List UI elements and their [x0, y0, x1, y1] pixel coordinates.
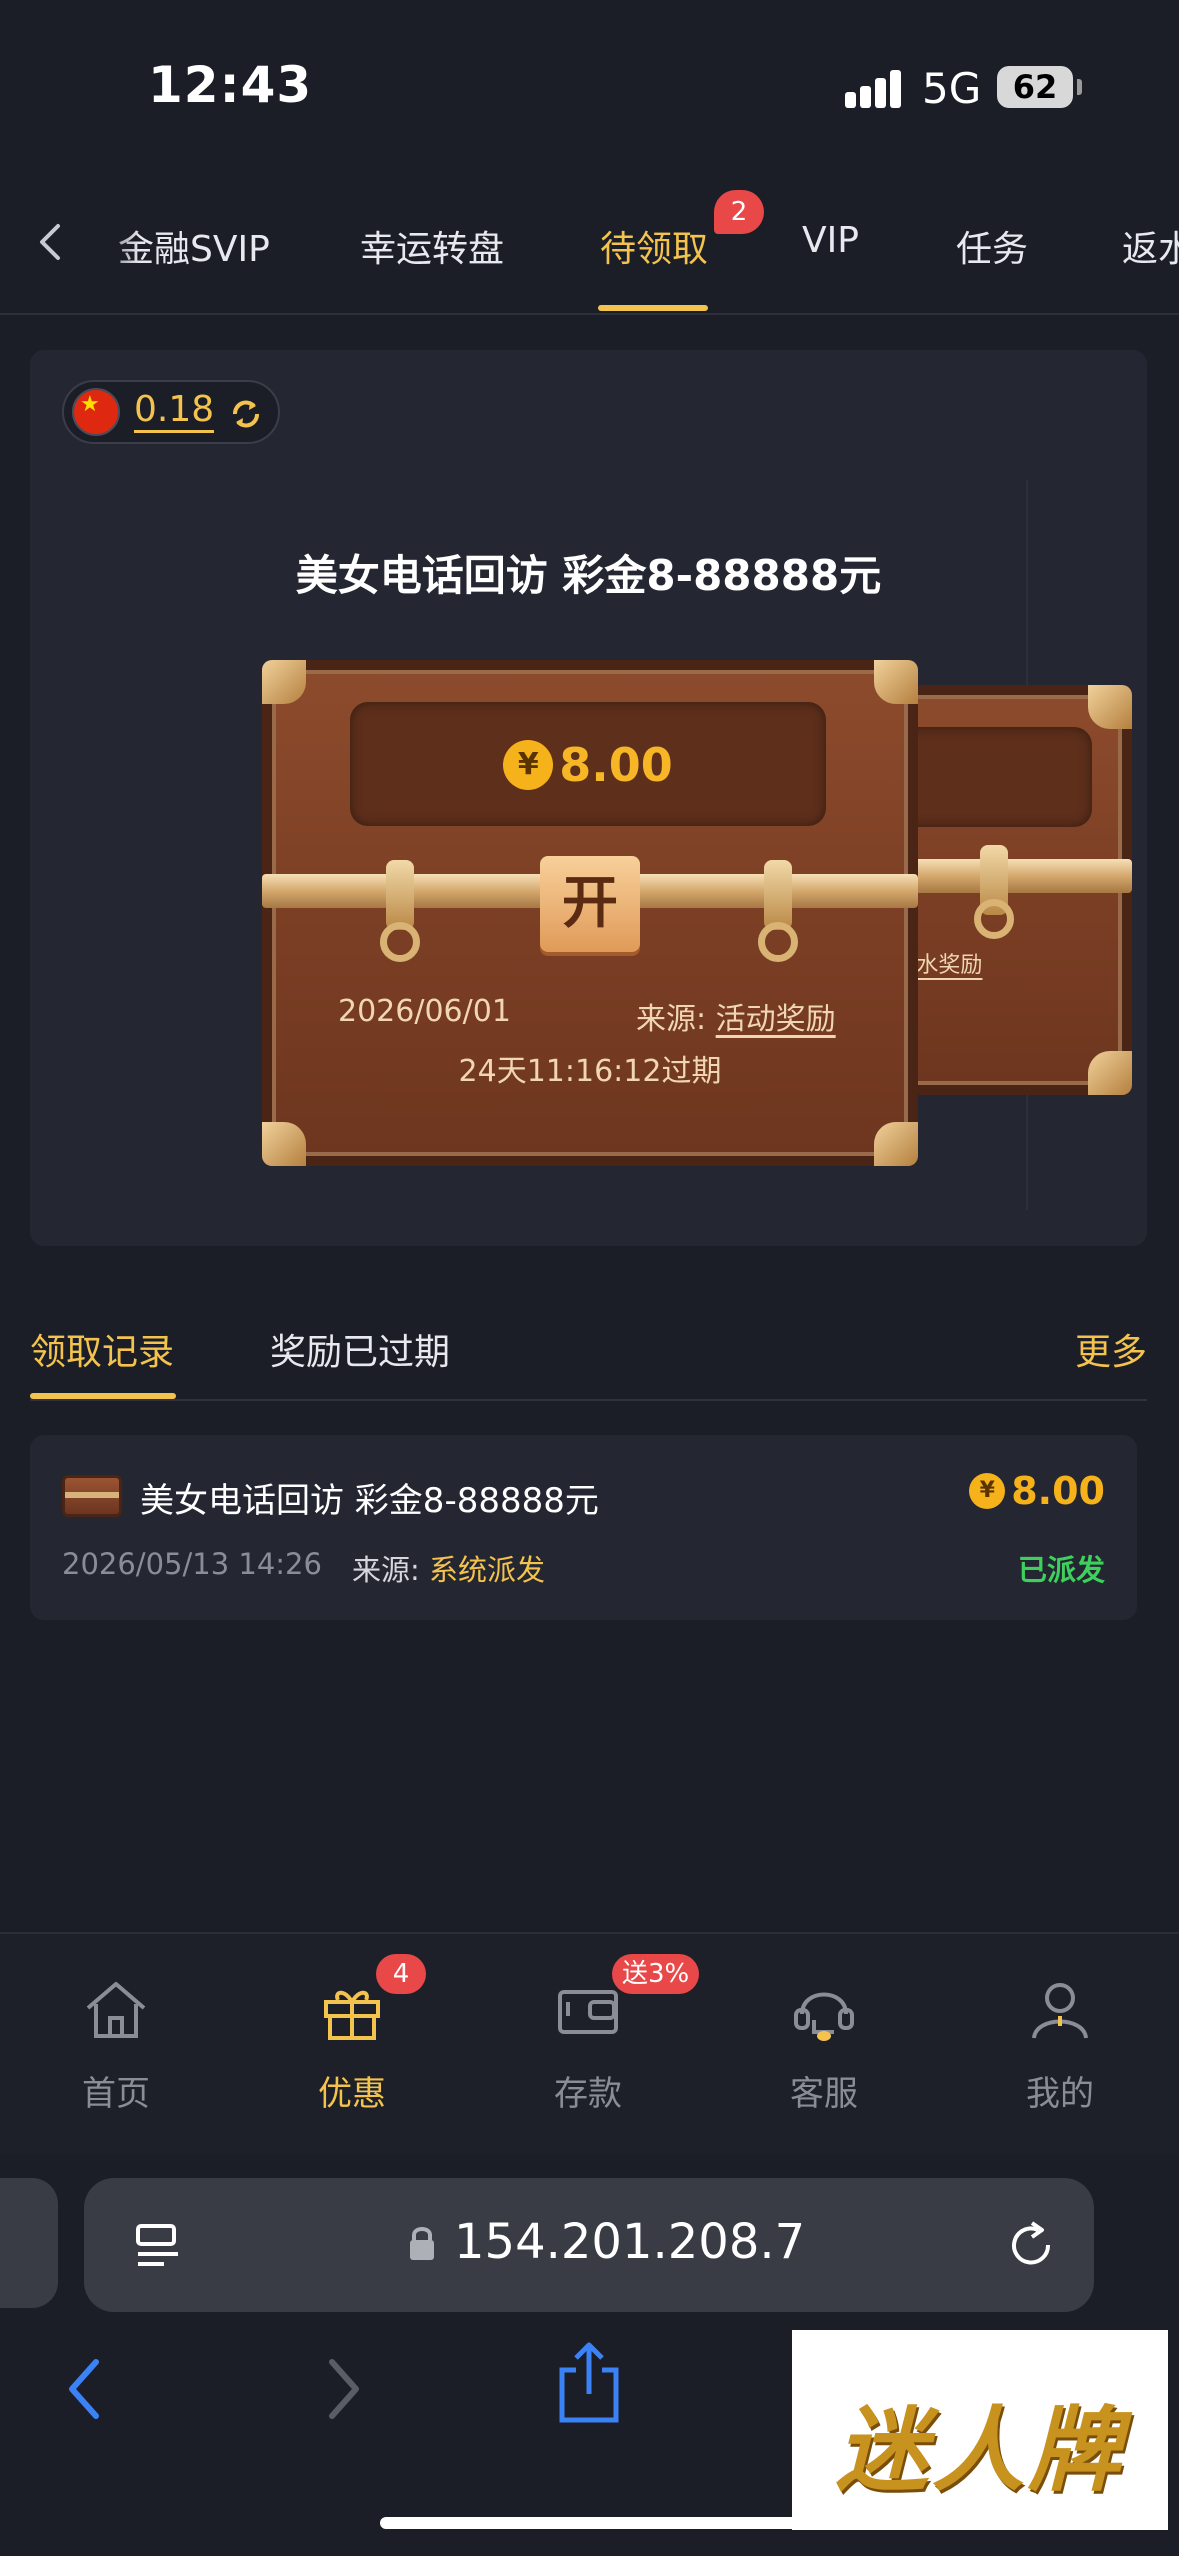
chevron-left-icon[interactable]: [30, 220, 72, 264]
tab-rebate[interactable]: 返水: [1122, 220, 1179, 272]
record-date: 2026/05/13 14:26: [62, 1547, 322, 1581]
record-tab-bar: 领取记录 奖励已过期 更多: [0, 1295, 1179, 1405]
nav-promotions-label: 优惠: [318, 2074, 386, 2114]
chest-source-label: 来源:: [636, 1002, 707, 1037]
china-flag-icon: ★: [72, 388, 120, 436]
record-status: 已派发: [1017, 1553, 1105, 1587]
nav-deposit-label: 存款: [554, 2074, 622, 2114]
record-title: 美女电话回访 彩金8-88888元: [140, 1481, 599, 1521]
tab-tasks[interactable]: 任务: [956, 220, 1028, 272]
chest-expiry: 24天11:16:12过期: [458, 1054, 722, 1089]
browser-forward-icon[interactable]: [318, 2354, 368, 2424]
refresh-icon[interactable]: [228, 396, 264, 432]
more-link[interactable]: 更多: [1075, 1323, 1147, 1375]
headset-icon: [794, 1992, 854, 2041]
tab-expired-rewards[interactable]: 奖励已过期: [270, 1323, 450, 1375]
lock-icon: [410, 2227, 434, 2260]
record-source-label: 来源:: [352, 1553, 420, 1587]
network-type: 5G: [922, 64, 982, 113]
tab-lucky-wheel[interactable]: 幸运转盘: [360, 220, 504, 272]
list-item[interactable]: 美女电话回访 彩金8-88888元 ¥8.00 2026/05/13 14:26…: [30, 1435, 1137, 1620]
tab-vip[interactable]: VIP: [802, 220, 859, 261]
yuan-coin-icon: ¥: [503, 740, 554, 790]
promotions-badge: 4: [376, 1954, 426, 1994]
treasure-chest-icon: [62, 1475, 122, 1517]
reload-icon[interactable]: [1004, 2218, 1058, 2272]
url-text: 154.201.208.7: [454, 2214, 806, 2270]
page-menu-icon[interactable]: [134, 2220, 182, 2272]
gift-icon: [324, 1990, 380, 2040]
watermark-text: 迷人牌: [835, 2397, 1124, 2504]
previous-tab-preview[interactable]: [0, 2178, 58, 2308]
wallet-balance: 0.18: [134, 390, 215, 433]
watermark-logo: 迷人牌: [792, 2330, 1168, 2530]
tab-claim-records[interactable]: 领取记录: [30, 1323, 174, 1375]
tab-finance-svip[interactable]: 金融SVIP: [118, 220, 270, 272]
nav-profile-label: 我的: [1026, 2074, 1094, 2114]
promo-title: 美女电话回访 彩金8-88888元: [295, 551, 882, 600]
status-bar: 12:43 5G 62: [0, 0, 1179, 170]
nav-customer-service[interactable]: 客服: [744, 1964, 904, 2124]
nav-profile[interactable]: 我的: [980, 1964, 1140, 2124]
chest-date: 2026/06/01: [338, 994, 511, 1029]
record-source: 系统派发: [429, 1553, 546, 1587]
tab-pending-claim[interactable]: 待领取: [600, 220, 708, 272]
wallet-icon: [558, 1990, 618, 2034]
chest-source: 活动奖励: [715, 1002, 836, 1037]
pending-claim-badge: 2: [714, 190, 764, 234]
top-tab-bar: 金融SVIP 幸运转盘 待领取 2 VIP 任务 返水: [0, 170, 1179, 315]
record-tab-indicator: [30, 1393, 176, 1399]
deposit-bonus-badge: 送3%: [612, 1954, 700, 1994]
address-bar[interactable]: 154.201.208.7: [84, 2178, 1094, 2312]
home-indicator[interactable]: [380, 2517, 800, 2529]
record-amount: 8.00: [1011, 1469, 1105, 1513]
status-time: 12:43: [148, 56, 313, 114]
nav-home[interactable]: 首页: [36, 1964, 196, 2124]
main-treasure-chest[interactable]: ¥8.00 开 2026/06/01 来源: 活动奖励 24天11:16:12过…: [262, 660, 918, 1166]
share-icon[interactable]: [556, 2340, 622, 2426]
record-tabs-divider: [30, 1399, 1147, 1401]
open-chest-label: 开: [562, 871, 618, 936]
nav-customer-service-label: 客服: [790, 2074, 858, 2114]
battery-tip: [1077, 79, 1082, 95]
home-icon: [86, 1982, 146, 2038]
open-chest-button[interactable]: 开: [540, 856, 640, 952]
nav-home-label: 首页: [82, 2074, 150, 2114]
browser-back-icon[interactable]: [60, 2354, 110, 2424]
yuan-coin-icon: ¥: [969, 1473, 1006, 1509]
active-tab-indicator: [598, 305, 708, 311]
user-icon: [1032, 1983, 1088, 2039]
bottom-nav: 首页 优惠 4 存款 送3% 客服 我的: [0, 1932, 1179, 2154]
chest-amount: 8.00: [559, 738, 673, 792]
reward-card: ★ 0.18 美女电话回访 彩金8-88888元 源: 返水奖励 ¥8.00: [30, 350, 1147, 1246]
cellular-signal-icon: [845, 68, 905, 108]
wallet-balance-pill[interactable]: ★ 0.18: [62, 380, 280, 444]
battery-icon: 62: [997, 66, 1073, 108]
